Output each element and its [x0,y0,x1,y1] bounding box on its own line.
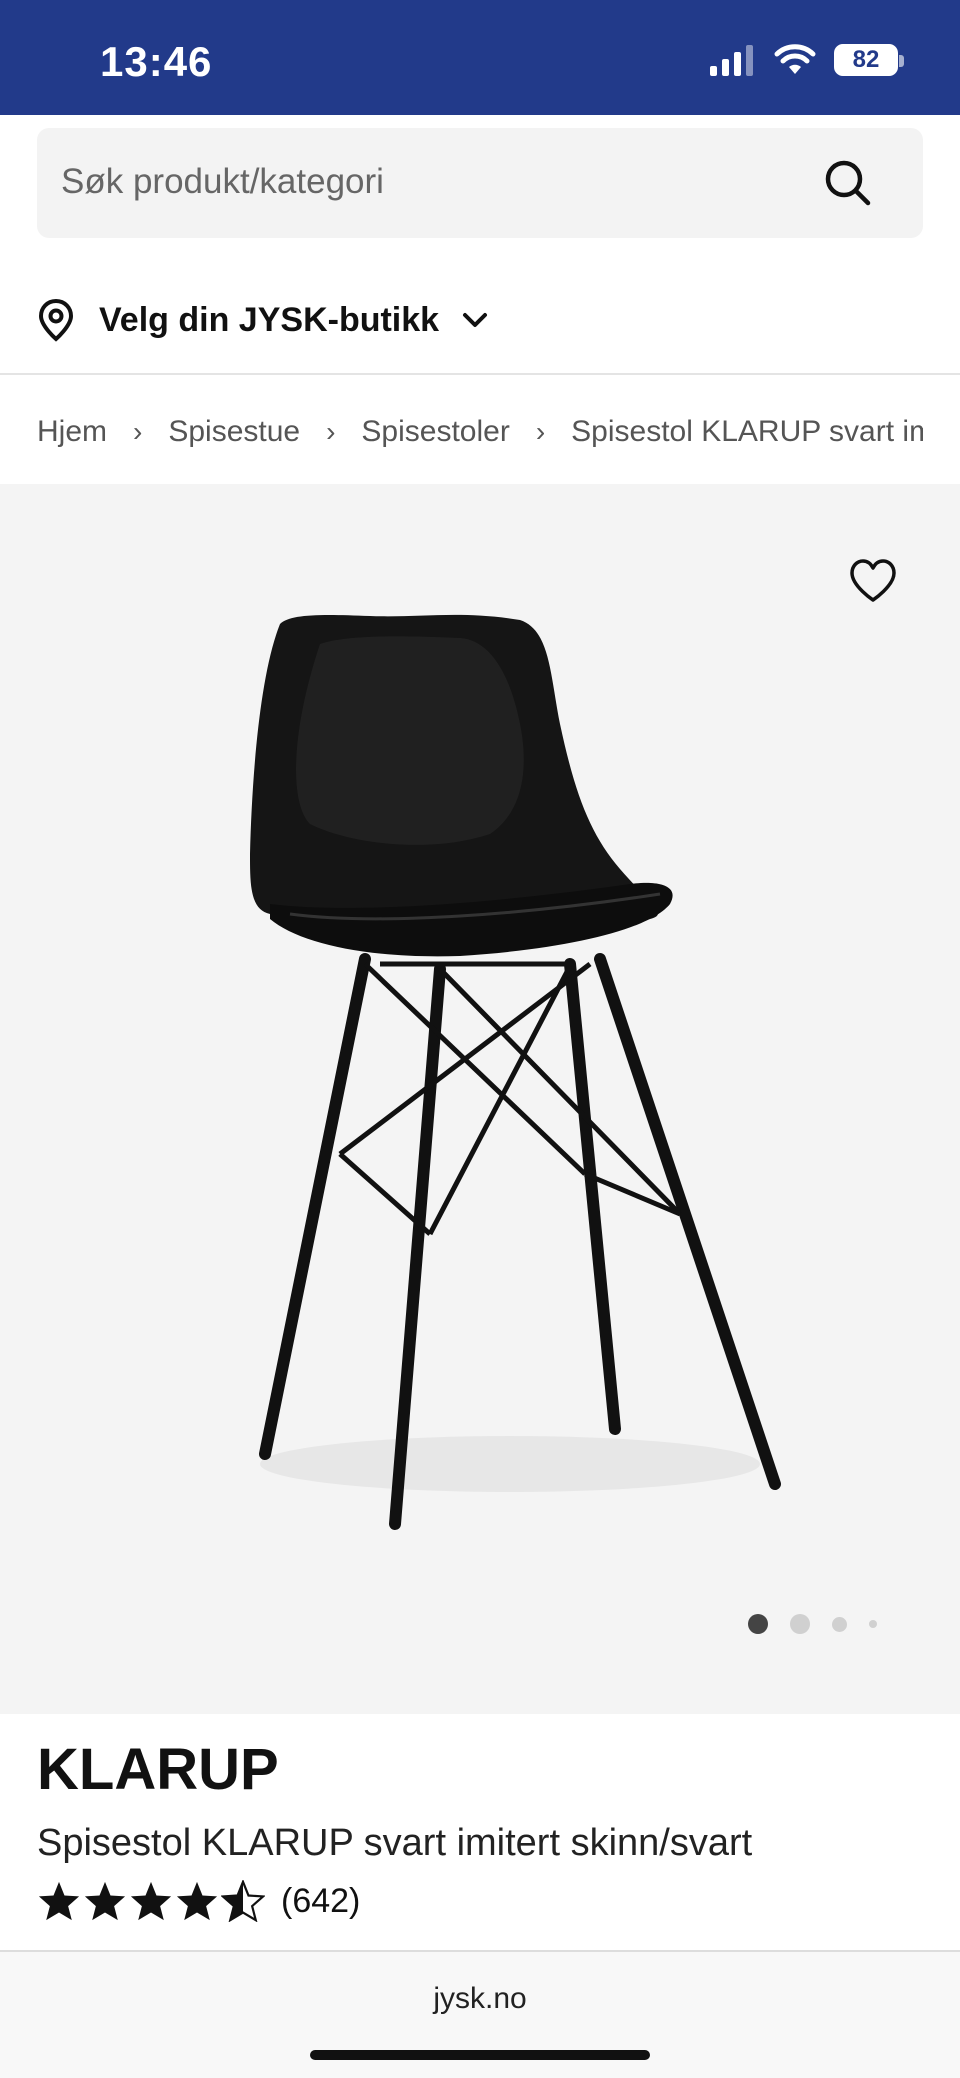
breadcrumb-item-hjem[interactable]: Hjem [37,415,107,449]
star-icon [38,1881,80,1921]
product-gallery[interactable] [0,484,960,1714]
carousel-dot[interactable] [790,1614,810,1634]
product-image [250,614,781,1530]
search-input[interactable]: Søk produkt/kategori [37,128,923,238]
battery-icon: 82 [834,44,904,76]
home-indicator[interactable] [310,2050,650,2060]
product-name: KLARUP [37,1737,279,1802]
star-icon [176,1881,218,1921]
status-icons: 82 [708,44,904,76]
carousel-dot-active[interactable] [748,1614,768,1634]
search-placeholder: Søk produkt/kategori [61,162,384,201]
status-bar: 13:46 82 [0,0,960,115]
rating[interactable]: (642) [37,1880,360,1922]
chevron-right-icon: › [133,416,143,447]
wifi-icon [774,44,816,74]
breadcrumb: Hjem › Spisestue › Spisestoler › Spisest… [37,410,923,454]
rating-stars [37,1880,265,1922]
star-icon [84,1881,126,1921]
carousel-dot[interactable] [869,1620,877,1628]
star-icon [130,1881,172,1921]
chevron-down-icon [463,313,488,327]
browser-bottom-bar: jysk.no [0,1950,960,2078]
breadcrumb-item-current: Spisestol KLARUP svart imit [571,415,923,448]
chevron-right-icon: › [326,416,336,447]
signal-icon [710,45,753,76]
carousel-dot[interactable] [832,1616,847,1632]
location-pin-icon [38,298,74,342]
breadcrumb-item-spisestue[interactable]: Spisestue [168,415,300,449]
half-star-icon [221,1880,265,1922]
divider [0,373,960,375]
heart-icon[interactable] [848,558,898,604]
carousel-dots [748,1614,877,1634]
store-label: Velg din JYSK-butikk [99,300,440,339]
breadcrumb-item-spisestoler[interactable]: Spisestoler [361,415,509,449]
store-selector[interactable]: Velg din JYSK-butikk [37,290,489,350]
review-count[interactable]: (642) [281,1882,360,1921]
chevron-right-icon: › [535,416,546,447]
status-time: 13:46 [100,38,213,85]
battery-level: 82 [852,46,880,73]
search-icon[interactable] [823,158,873,208]
product-subtitle: Spisestol KLARUP svart imitert skinn/sva… [37,1822,753,1864]
url-bar[interactable]: jysk.no [0,1982,960,2016]
